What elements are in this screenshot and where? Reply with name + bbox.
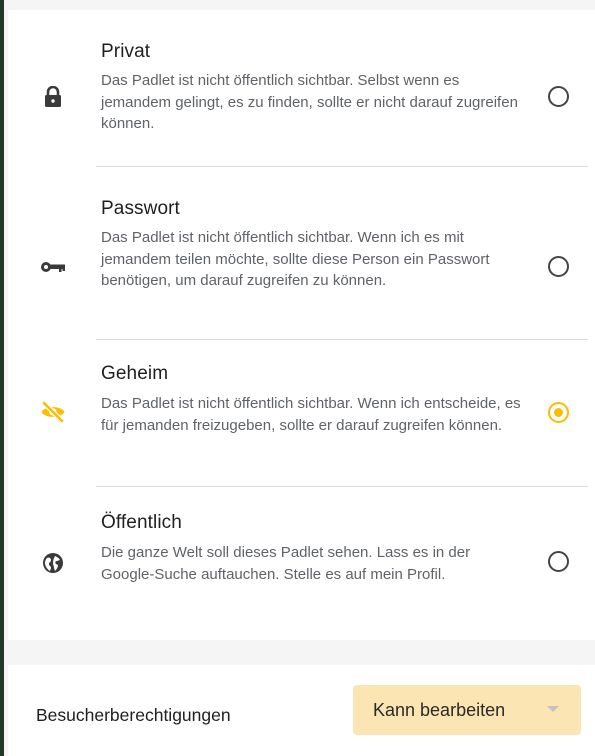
- visitor-permissions-value: Kann bearbeiten: [373, 699, 506, 720]
- option-title: Geheim: [101, 363, 169, 384]
- option-title: Passwort: [101, 198, 180, 219]
- radio-oeffentlich[interactable]: [548, 551, 569, 572]
- option-description: Das Padlet ist nicht öffentlich sichtbar…: [101, 72, 518, 132]
- chevron-down-icon: [547, 706, 559, 712]
- privacy-option-oeffentlich[interactable]: Öffentlich Die ganze Welt soll dieses Pa…: [8, 487, 595, 637]
- radio-geheim[interactable]: [548, 402, 569, 423]
- visitor-permissions-select[interactable]: Kann bearbeiten: [353, 685, 581, 735]
- privacy-option-geheim[interactable]: Geheim Das Padlet ist nicht öffentlich s…: [8, 339, 595, 487]
- privacy-option-passwort[interactable]: Passwort Das Padlet ist nicht öffentlich…: [8, 167, 595, 340]
- option-title: Öffentlich: [101, 512, 182, 533]
- lock-icon: [38, 82, 68, 112]
- option-description: Das Padlet ist nicht öffentlich sichtbar…: [101, 395, 521, 434]
- left-edge-border: [0, 0, 4, 756]
- privacy-options-panel: Privat Das Padlet ist nicht öffentlich s…: [8, 10, 595, 640]
- option-description: Die ganze Welt soll dieses Padlet sehen.…: [101, 544, 471, 583]
- option-title: Privat: [101, 41, 151, 62]
- option-description: Das Padlet ist nicht öffentlich sichtbar…: [101, 229, 490, 289]
- visitor-permissions-row: Besucherberechtigungen Kann bearbeiten: [8, 665, 595, 756]
- radio-passwort[interactable]: [548, 256, 569, 277]
- visitor-permissions-label: Besucherberechtigungen: [36, 705, 231, 725]
- key-icon: [38, 252, 68, 282]
- globe-icon: [38, 548, 68, 578]
- privacy-option-privat[interactable]: Privat Das Padlet ist nicht öffentlich s…: [8, 10, 595, 167]
- eye-off-icon: [38, 397, 68, 427]
- radio-privat[interactable]: [548, 86, 569, 107]
